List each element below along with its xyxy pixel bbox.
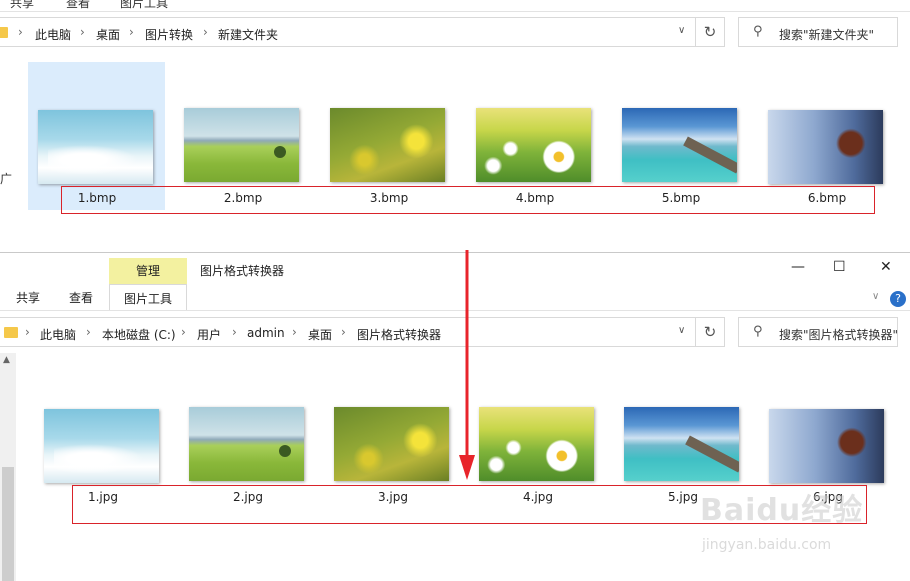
search-placeholder: 搜索"图片格式转换器" [779, 328, 899, 342]
search-input[interactable]: ⚲ 搜索"新建文件夹" [738, 17, 898, 47]
maximize-button[interactable]: ☐ [833, 259, 846, 275]
chevron-down-icon[interactable]: ∨ [872, 291, 879, 302]
chevron-right-icon[interactable]: › [181, 325, 186, 339]
watermark-brand: Baidu经验 [700, 493, 864, 528]
window-title: 图片格式转换器 [200, 264, 285, 278]
search-input[interactable]: ⚲ 搜索"图片格式转换器" [738, 317, 898, 347]
file-thumbnail[interactable] [768, 110, 883, 184]
chevron-right-icon[interactable]: › [341, 325, 346, 339]
arrow-down-icon [459, 250, 475, 480]
breadcrumb-desktop[interactable]: 桌面 [96, 26, 120, 43]
tab-view[interactable]: 查看 [69, 289, 93, 306]
chevron-right-icon[interactable]: › [203, 25, 208, 39]
chevron-right-icon[interactable]: › [292, 325, 297, 339]
tab-picture-tools[interactable]: 图片工具 [120, 0, 168, 11]
breadcrumb-image-format-converter[interactable]: 图片格式转换器 [357, 326, 441, 343]
refresh-button[interactable]: ↻ [695, 17, 725, 47]
scroll-thumb[interactable] [2, 467, 14, 581]
breadcrumb-desktop[interactable]: 桌面 [308, 326, 332, 343]
tab-share[interactable]: 共享 [10, 0, 34, 11]
address-bar[interactable]: › 此电脑 › 本地磁盘 (C:) › 用户 › admin › 桌面 › 图片… [0, 317, 723, 347]
watermark: Baidu经验 jingyan.baidu.com [700, 485, 870, 565]
chevron-right-icon[interactable]: › [25, 325, 30, 339]
file-thumbnail[interactable] [769, 409, 884, 483]
chevron-right-icon[interactable]: › [80, 25, 85, 39]
tab-picture-tools[interactable]: 图片工具 [109, 284, 187, 310]
file-thumbnail[interactable] [479, 407, 594, 481]
highlight-box-bmp [61, 186, 875, 214]
breadcrumb-users[interactable]: 用户 [197, 326, 221, 343]
chevron-right-icon[interactable]: › [129, 25, 134, 39]
search-icon: ⚲ [753, 324, 763, 339]
nav-pane-label[interactable]: 广 [0, 170, 12, 187]
breadcrumb-this-pc[interactable]: 此电脑 [35, 26, 71, 43]
file-thumbnail[interactable] [189, 407, 304, 481]
file-thumbnail[interactable] [184, 108, 299, 182]
tab-manage[interactable]: 管理 [109, 258, 187, 284]
folder-icon [0, 27, 8, 38]
search-icon: ⚲ [753, 24, 763, 39]
breadcrumb-image-convert[interactable]: 图片转换 [145, 26, 193, 43]
breadcrumb-new-folder[interactable]: 新建文件夹 [218, 26, 278, 43]
ribbon-tabs-cut: 共享 查看 图片工具 [0, 0, 910, 12]
scroll-up-icon[interactable]: ▲ [3, 355, 10, 365]
watermark-url: jingyan.baidu.com [702, 537, 832, 553]
refresh-button[interactable]: ↻ [695, 317, 725, 347]
close-button[interactable]: ✕ [880, 259, 892, 275]
vertical-scrollbar[interactable]: ▲ [0, 353, 16, 581]
breadcrumb-local-disk[interactable]: 本地磁盘 (C:) [102, 326, 176, 343]
file-thumbnail[interactable] [334, 407, 449, 481]
chevron-right-icon[interactable]: › [18, 25, 23, 39]
breadcrumb-this-pc[interactable]: 此电脑 [40, 326, 76, 343]
file-thumbnail[interactable] [44, 409, 159, 483]
chevron-down-icon[interactable]: ∨ [678, 325, 685, 336]
file-thumbnail[interactable] [622, 108, 737, 182]
chevron-right-icon[interactable]: › [232, 325, 237, 339]
breadcrumb-admin[interactable]: admin [247, 326, 285, 340]
file-thumbnail[interactable] [476, 108, 591, 182]
chevron-right-icon[interactable]: › [86, 325, 91, 339]
help-button[interactable]: ? [890, 291, 906, 307]
tab-share[interactable]: 共享 [16, 289, 40, 306]
tab-picture-tools-label: 图片工具 [124, 292, 173, 306]
tab-view[interactable]: 查看 [66, 0, 90, 11]
file-thumbnail[interactable] [330, 108, 445, 182]
folder-icon [4, 327, 18, 338]
top-explorer-window: 共享 查看 图片工具 › 此电脑 › 桌面 › 图片转换 › 新建文件夹 ∨ ↻… [0, 0, 910, 252]
search-placeholder: 搜索"新建文件夹" [779, 28, 875, 42]
file-thumbnail[interactable] [624, 407, 739, 481]
chevron-down-icon[interactable]: ∨ [678, 25, 685, 36]
minimize-button[interactable]: — [791, 259, 805, 275]
file-thumbnail[interactable] [38, 110, 153, 184]
address-bar[interactable]: › 此电脑 › 桌面 › 图片转换 › 新建文件夹 ∨ [0, 17, 723, 47]
